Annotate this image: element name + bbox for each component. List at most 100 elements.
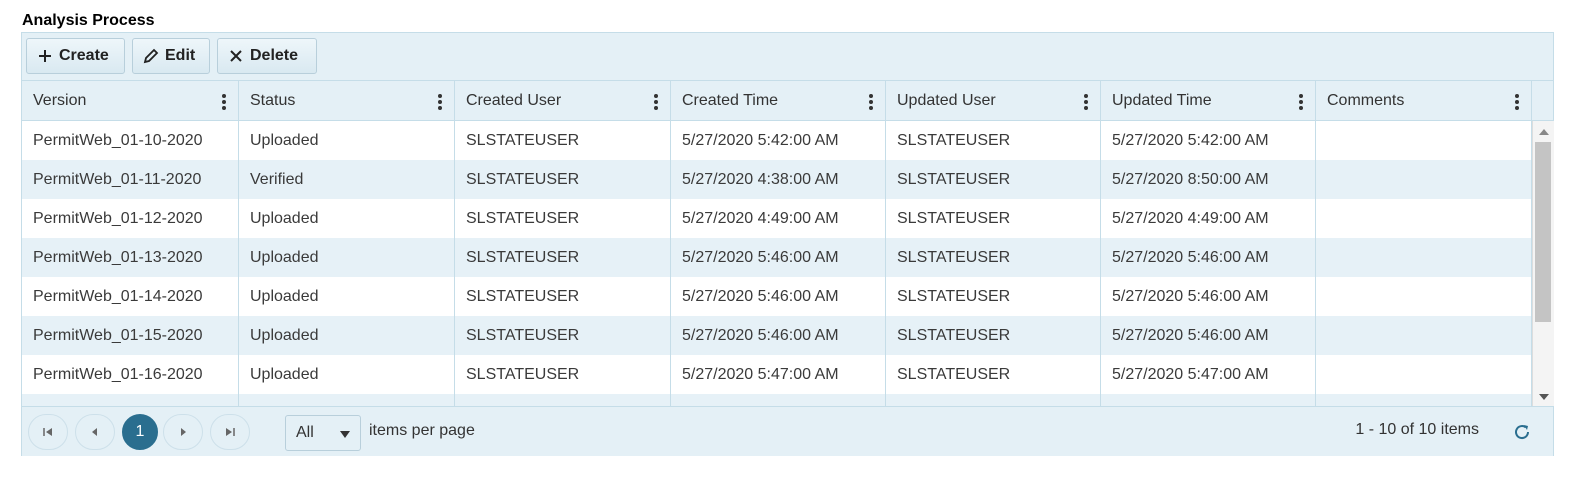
cell-created-user: SLSTATEUSER — [455, 355, 671, 394]
cell-created-user: SLSTATEUSER — [455, 160, 671, 199]
cell-version: PermitWeb_01-16-2020 — [22, 355, 239, 394]
edit-button-label: Edit — [165, 47, 196, 64]
refresh-icon[interactable] — [1511, 421, 1533, 443]
cell-updated-user: SLSTATEUSER — [886, 238, 1101, 277]
grid-toolbar: Create Edit Delete — [22, 33, 1553, 81]
previous-page-icon — [92, 428, 97, 436]
column-header-version[interactable]: Version — [22, 81, 239, 121]
table-row[interactable]: PermitWeb_01-10-2020 Uploaded SLSTATEUSE… — [22, 121, 1532, 160]
cell-comments — [1316, 121, 1532, 160]
table-row[interactable]: PermitWeb_01-13-2020 Uploaded SLSTATEUSE… — [22, 238, 1532, 277]
table-row[interactable]: PermitWeb_01-15-2020 Uploaded SLSTATEUSE… — [22, 316, 1532, 355]
cell-updated-time: 5/27/2020 5:42:00 AM — [1101, 121, 1316, 160]
cell-created-user: SLSTATEUSER — [455, 121, 671, 160]
edit-button[interactable]: Edit — [132, 38, 210, 74]
cell-updated-time: 5/27/2020 5:46:00 AM — [1101, 238, 1316, 277]
scroll-down-arrow-icon[interactable] — [1539, 394, 1549, 400]
grid-header: Version Status Created User Created Time… — [22, 81, 1553, 121]
cell-version — [22, 394, 239, 406]
column-header-comments[interactable]: Comments — [1316, 81, 1532, 121]
column-header-created-user[interactable]: Created User — [455, 81, 671, 121]
cell-comments — [1316, 238, 1532, 277]
next-page-icon — [181, 428, 186, 436]
cell-updated-user: SLSTATEUSER — [886, 316, 1101, 355]
cell-created-time: 5/27/2020 5:47:00 AM — [671, 355, 886, 394]
cell-status — [239, 394, 455, 406]
cell-version: PermitWeb_01-10-2020 — [22, 121, 239, 160]
scrollbar-thumb[interactable] — [1535, 142, 1551, 322]
kebab-menu-icon[interactable] — [1295, 93, 1307, 111]
cell-comments — [1316, 316, 1532, 355]
cell-status: Uploaded — [239, 121, 455, 160]
column-header-label: Status — [250, 92, 296, 109]
page-button-current[interactable]: 1 — [122, 414, 158, 450]
column-header-status[interactable]: Status — [239, 81, 455, 121]
delete-button[interactable]: Delete — [217, 38, 317, 74]
cell-created-user: SLSTATEUSER — [455, 238, 671, 277]
cell-created-user: SLSTATEUSER — [455, 199, 671, 238]
cell-comments — [1316, 394, 1532, 406]
pager-info: 1 - 10 of 10 items — [1355, 421, 1479, 438]
column-header-created-time[interactable]: Created Time — [671, 81, 886, 121]
grid-pager: 1 All items per page 1 - 10 of 10 items — [22, 406, 1553, 456]
cell-created-time: 5/27/2020 5:42:00 AM — [671, 121, 886, 160]
kebab-menu-icon[interactable] — [1511, 93, 1523, 111]
cell-comments — [1316, 199, 1532, 238]
cell-status: Uploaded — [239, 238, 455, 277]
cell-updated-user: SLSTATEUSER — [886, 121, 1101, 160]
cell-created-user — [455, 394, 671, 406]
cell-version: PermitWeb_01-12-2020 — [22, 199, 239, 238]
cell-updated-time: 5/27/2020 5:46:00 AM — [1101, 316, 1316, 355]
last-page-button[interactable] — [210, 414, 250, 450]
cell-created-time: 5/27/2020 5:46:00 AM — [671, 277, 886, 316]
chevron-down-icon — [340, 431, 350, 438]
cell-updated-user: SLSTATEUSER — [886, 160, 1101, 199]
cell-version: PermitWeb_01-13-2020 — [22, 238, 239, 277]
column-header-updated-user[interactable]: Updated User — [886, 81, 1101, 121]
cell-comments — [1316, 160, 1532, 199]
previous-page-button[interactable] — [75, 414, 115, 450]
table-row[interactable]: PermitWeb_01-16-2020 Uploaded SLSTATEUSE… — [22, 355, 1532, 394]
cell-updated-time: 5/27/2020 8:50:00 AM — [1101, 160, 1316, 199]
cell-version: PermitWeb_01-11-2020 — [22, 160, 239, 199]
vertical-scrollbar[interactable] — [1532, 121, 1554, 406]
next-page-button[interactable] — [163, 414, 203, 450]
cell-version: PermitWeb_01-14-2020 — [22, 277, 239, 316]
table-row-partial[interactable] — [22, 394, 1532, 406]
cell-comments — [1316, 355, 1532, 394]
kebab-menu-icon[interactable] — [865, 93, 877, 111]
cell-created-user: SLSTATEUSER — [455, 316, 671, 355]
items-per-page-label: items per page — [369, 422, 475, 439]
cell-status: Uploaded — [239, 355, 455, 394]
cell-created-time — [671, 394, 886, 406]
kebab-menu-icon[interactable] — [650, 93, 662, 111]
kebab-menu-icon[interactable] — [1080, 93, 1092, 111]
plus-icon — [37, 48, 53, 64]
delete-button-label: Delete — [250, 47, 299, 64]
table-row[interactable]: PermitWeb_01-11-2020 Verified SLSTATEUSE… — [22, 160, 1532, 199]
scroll-up-arrow-icon[interactable] — [1539, 129, 1549, 135]
create-button[interactable]: Create — [26, 38, 125, 74]
cell-created-time: 5/27/2020 4:49:00 AM — [671, 199, 886, 238]
cell-updated-time: 5/27/2020 5:47:00 AM — [1101, 355, 1316, 394]
table-row[interactable]: PermitWeb_01-12-2020 Uploaded SLSTATEUSE… — [22, 199, 1532, 238]
pencil-icon — [143, 48, 159, 64]
create-button-label: Create — [59, 47, 109, 64]
kebab-menu-icon[interactable] — [434, 93, 446, 111]
last-page-icon — [226, 428, 235, 436]
kebab-menu-icon[interactable] — [218, 93, 230, 111]
page-size-value: All — [296, 424, 314, 441]
cell-created-time: 5/27/2020 5:46:00 AM — [671, 316, 886, 355]
column-header-label: Updated Time — [1112, 92, 1212, 109]
cell-created-time: 5/27/2020 4:38:00 AM — [671, 160, 886, 199]
cell-updated-user — [886, 394, 1101, 406]
page-size-select[interactable]: All — [285, 415, 361, 451]
table-row[interactable]: PermitWeb_01-14-2020 Uploaded SLSTATEUSE… — [22, 277, 1532, 316]
column-header-label: Updated User — [897, 92, 996, 109]
column-header-label: Created User — [466, 92, 562, 109]
column-header-updated-time[interactable]: Updated Time — [1101, 81, 1316, 121]
first-page-button[interactable] — [28, 414, 68, 450]
column-header-label: Created Time — [682, 92, 779, 109]
cell-updated-user: SLSTATEUSER — [886, 199, 1101, 238]
column-header-label: Version — [33, 92, 87, 109]
